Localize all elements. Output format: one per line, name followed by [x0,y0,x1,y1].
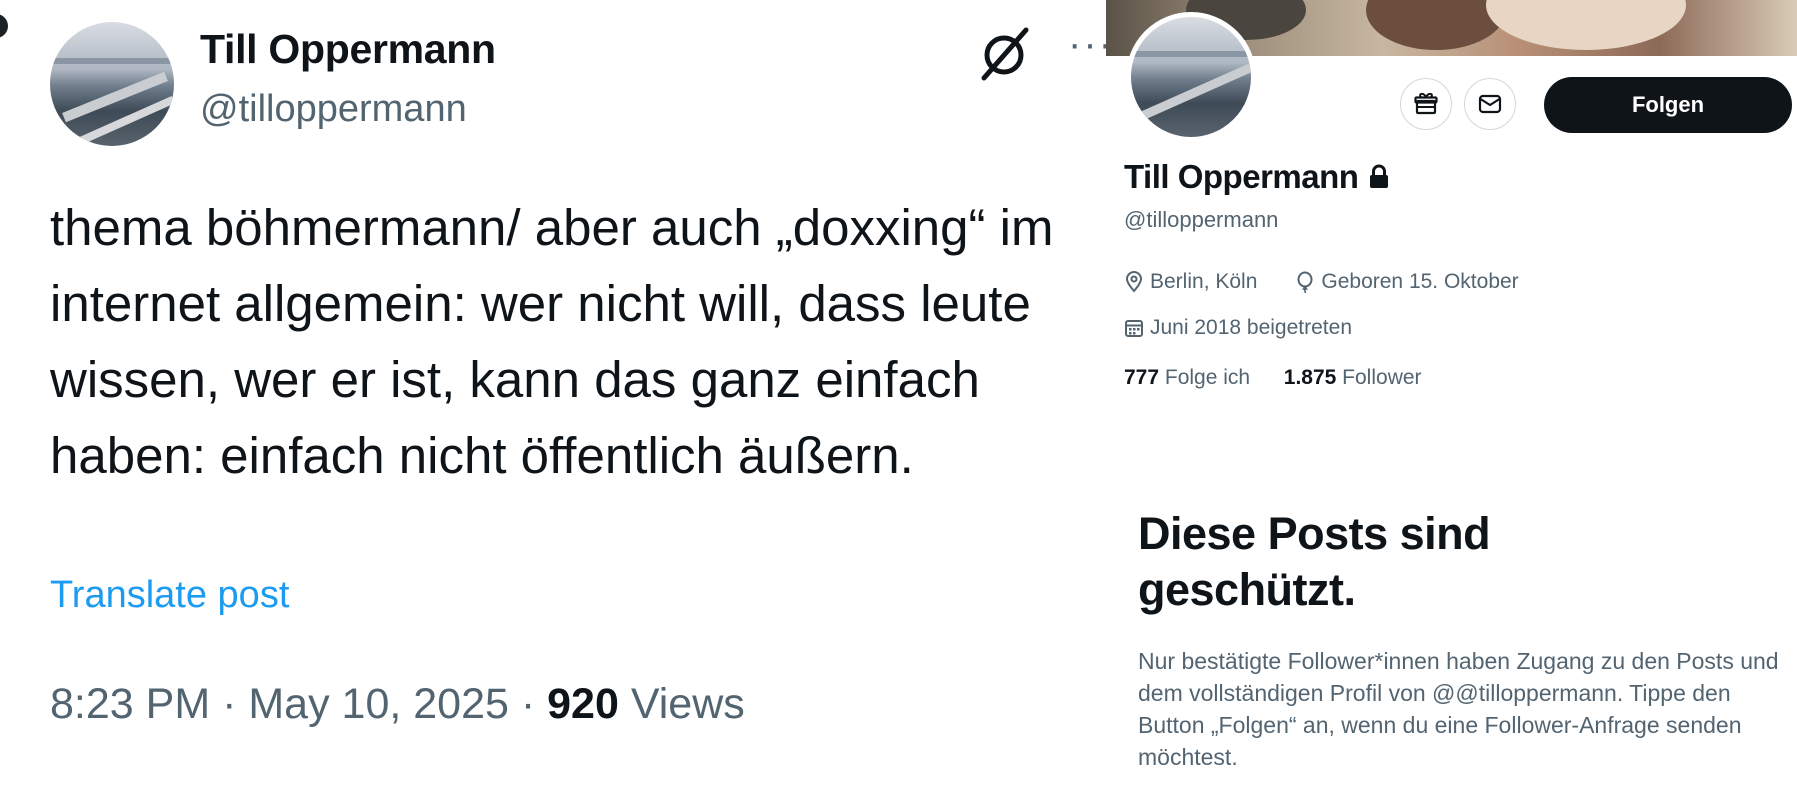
cropped-icon [0,14,8,38]
followers-label: Follower [1336,366,1422,389]
gift-icon [1414,93,1438,115]
profile-joined-row: Juni 2018 beigetreten [1124,316,1352,340]
location-pin-icon [1125,271,1143,293]
tweet-author-avatar[interactable] [50,22,174,146]
profile-panel: Folgen Till Oppermann @tilloppermann Ber… [1106,0,1797,803]
protected-posts-title: Diese Posts sind geschützt. [1138,508,1491,615]
tweet-text: thema böhmermann/ aber auch „doxxing“ im… [50,199,1054,484]
profile-handle: @tilloppermann [1124,207,1279,232]
profile-stats: 777 Folge ich 1.875 Follower [1124,366,1422,390]
protected-posts-text: Nur bestätigte Follower*innen haben Zuga… [1138,648,1779,770]
profile-info-row: Berlin, Köln Geboren 15. Oktober [1124,270,1519,294]
profile-avatar[interactable] [1126,12,1256,142]
profile-location: Berlin, Köln [1150,270,1258,293]
following-link[interactable]: 777 Folge ich [1124,366,1250,389]
followers-link[interactable]: 1.875 Follower [1284,366,1422,389]
lock-icon [1370,164,1389,188]
gift-button[interactable] [1400,78,1452,130]
following-label: Folge ich [1159,366,1251,389]
profile-joined: Juni 2018 beigetreten [1150,316,1352,339]
tweet-meta: 8:23 PM · May 10, 2025 · 920 Views [50,680,745,729]
translate-post-link[interactable]: Translate post [50,574,289,617]
tweet-author-handle[interactable]: @tilloppermann [200,88,467,131]
profile-birthday: Geboren 15. Oktober [1321,270,1519,293]
followers-count: 1.875 [1283,366,1337,389]
message-button[interactable] [1464,78,1516,130]
grok-icon[interactable] [976,22,1038,84]
profile-name: Till Oppermann [1124,158,1359,195]
mail-icon [1478,94,1502,114]
tweet-views-count: 920 [547,680,619,728]
tweet-views-label: Views [618,680,745,728]
tweet-author-name[interactable]: Till Oppermann [200,26,496,73]
following-count: 777 [1124,366,1160,389]
calendar-icon [1125,320,1143,337]
balloon-icon [1297,271,1313,293]
tweet-timestamp[interactable]: 8:23 PM · May 10, 2025 · [50,680,547,728]
tweet: Till Oppermann @tilloppermann ··· thema … [0,0,1112,803]
profile-name-row: Till Oppermann [1124,158,1390,196]
follow-button[interactable]: Folgen [1544,77,1792,133]
